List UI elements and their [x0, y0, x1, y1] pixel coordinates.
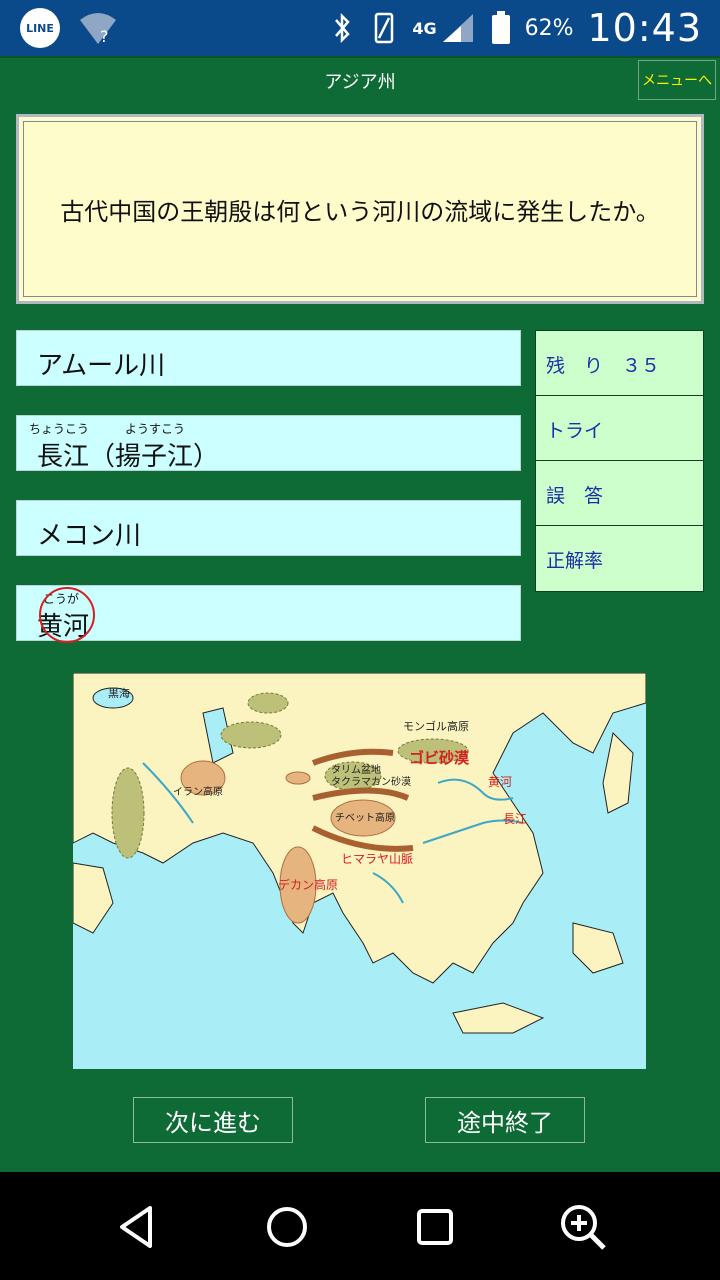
quit-button[interactable]: 途中終了	[425, 1097, 585, 1143]
map-label-taklamakan: タクラマカン砂漠	[331, 775, 411, 788]
map-label-tibet: チベット高原	[335, 811, 395, 824]
answer-label: メコン川	[37, 521, 142, 551]
answer-label: 長江（揚子江）	[37, 442, 220, 472]
map-label-black-sea: 黒海	[108, 686, 130, 700]
map-label-himalaya: ヒマラヤ山脈	[341, 852, 413, 866]
battery-percent: 62%	[524, 15, 574, 41]
map-label-mongol: モンゴル高原	[403, 719, 469, 733]
stat-try: トライ	[536, 396, 703, 461]
zoom-in-icon[interactable]	[558, 1202, 608, 1252]
stat-wrong: 誤 答	[536, 461, 703, 526]
wifi-icon: ?	[80, 13, 116, 46]
answer-ruby: ようすこう	[125, 422, 186, 436]
map-label-deccan: デカン高原	[278, 877, 338, 892]
signal-icon	[442, 14, 473, 42]
asia-map: 黒海 モンゴル高原 ゴビ砂漠 タリム盆地 タクラマカン砂漠 イラン高原 チベット…	[73, 673, 646, 1069]
home-icon[interactable]	[262, 1202, 312, 1252]
bluetooth-icon	[335, 12, 351, 44]
vibrate-icon	[375, 12, 394, 44]
stat-remaining: 残 り ３５	[536, 331, 703, 396]
svg-text:?: ?	[100, 27, 109, 46]
answer-option-2[interactable]: ちょうこう ようすこう 長江（揚子江）	[16, 415, 521, 472]
stats-panel: 残 り ３５ トライ 誤 答 正解率	[535, 330, 704, 592]
answer-ruby: ちょうこう	[29, 422, 90, 436]
page-title: アジア州	[324, 72, 396, 93]
menu-button[interactable]: メニューへ	[638, 60, 716, 100]
map-label-changjiang: 長江	[503, 812, 527, 826]
back-icon[interactable]	[112, 1202, 162, 1252]
battery-icon	[491, 11, 510, 44]
line-app-icon: LINE	[20, 8, 60, 48]
map-label-huanghe: 黄河	[488, 775, 512, 789]
stat-accuracy: 正解率	[546, 550, 604, 572]
question-box: 古代中国の王朝殷は何という河川の流域に発生したか。	[16, 114, 704, 304]
correct-circle-mark	[39, 587, 95, 643]
clock: 10:43	[587, 6, 702, 50]
map-label-tarim: タリム盆地	[331, 763, 381, 776]
answer-option-3[interactable]: メコン川	[16, 500, 521, 556]
android-nav-bar	[0, 1172, 720, 1280]
recents-icon[interactable]	[410, 1202, 460, 1252]
asia-map-image: 黒海 モンゴル高原 ゴビ砂漠 タリム盆地 タクラマカン砂漠 イラン高原 チベット…	[73, 673, 646, 1034]
network-indicator: 4G	[412, 12, 476, 44]
answer-option-4[interactable]: こうが 黄河	[16, 585, 521, 643]
map-label-iran: イラン高原	[173, 785, 223, 798]
status-bar: LINE ? 4G 62% 10:43	[0, 0, 720, 56]
next-button[interactable]: 次に進む	[133, 1097, 293, 1143]
answer-option-1[interactable]: アムール川	[16, 330, 521, 386]
network-type: 4G	[412, 18, 437, 38]
title-bar: アジア州 メニューへ	[0, 56, 720, 104]
map-label-gobi: ゴビ砂漠	[409, 749, 470, 767]
answer-label: アムール川	[37, 351, 166, 381]
question-text: 古代中国の王朝殷は何という河川の流域に発生したか。	[60, 197, 660, 226]
